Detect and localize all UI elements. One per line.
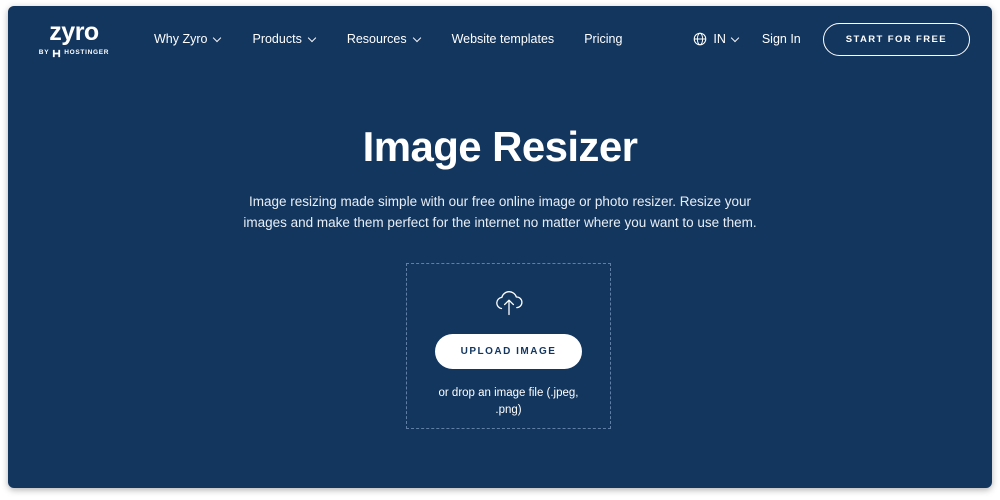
logo-parent-text: HOSTINGER bbox=[64, 49, 110, 57]
chevron-down-icon bbox=[309, 35, 317, 43]
sign-in-link[interactable]: Sign In bbox=[762, 32, 801, 46]
page-subtitle: Image resizing made simple with our free… bbox=[243, 194, 757, 231]
nav-item-label: Website templates bbox=[451, 32, 555, 46]
locale-label: IN bbox=[713, 32, 726, 46]
chevron-down-icon bbox=[214, 35, 222, 43]
hero-section: Image Resizer Image resizing made simple… bbox=[8, 123, 992, 234]
chevron-down-icon bbox=[732, 35, 740, 43]
nav-item-label: Products bbox=[252, 32, 302, 46]
upload-image-button[interactable]: UPLOAD IMAGE bbox=[434, 334, 583, 369]
logo-byline: BY HOSTINGER bbox=[39, 49, 109, 58]
locale-selector[interactable]: IN bbox=[693, 32, 740, 46]
page-card: zyro BY HOSTINGER Why Zyro Products Reso… bbox=[8, 6, 992, 488]
logo-by-text: BY bbox=[38, 49, 50, 57]
nav-item-label: Why Zyro bbox=[154, 32, 208, 46]
dropzone-hint: or drop an image file (.jpeg, .png) bbox=[438, 387, 579, 417]
image-dropzone[interactable]: UPLOAD IMAGE or drop an image file (.jpe… bbox=[406, 263, 611, 429]
main-nav: Why Zyro Products Resources Website temp… bbox=[154, 32, 622, 46]
nav-item-label: Pricing bbox=[584, 32, 623, 46]
start-for-free-button[interactable]: START FOR FREE bbox=[822, 22, 970, 56]
page-title: Image Resizer bbox=[362, 123, 638, 170]
chevron-down-icon bbox=[414, 35, 422, 43]
site-header: zyro BY HOSTINGER Why Zyro Products Reso… bbox=[8, 6, 992, 72]
logo[interactable]: zyro BY HOSTINGER bbox=[30, 20, 118, 58]
nav-item-products[interactable]: Products bbox=[252, 32, 316, 46]
hostinger-h-monogram-icon bbox=[52, 49, 61, 58]
nav-item-website-templates[interactable]: Website templates bbox=[452, 32, 555, 46]
nav-item-resources[interactable]: Resources bbox=[347, 32, 422, 46]
logo-wordmark: zyro bbox=[49, 18, 99, 46]
globe-icon bbox=[693, 32, 707, 46]
header-actions: IN Sign In START FOR FREE bbox=[693, 22, 970, 56]
nav-item-label: Resources bbox=[346, 32, 407, 46]
nav-item-pricing[interactable]: Pricing bbox=[584, 32, 622, 46]
nav-item-why-zyro[interactable]: Why Zyro bbox=[154, 32, 222, 46]
cloud-upload-icon bbox=[492, 286, 526, 320]
